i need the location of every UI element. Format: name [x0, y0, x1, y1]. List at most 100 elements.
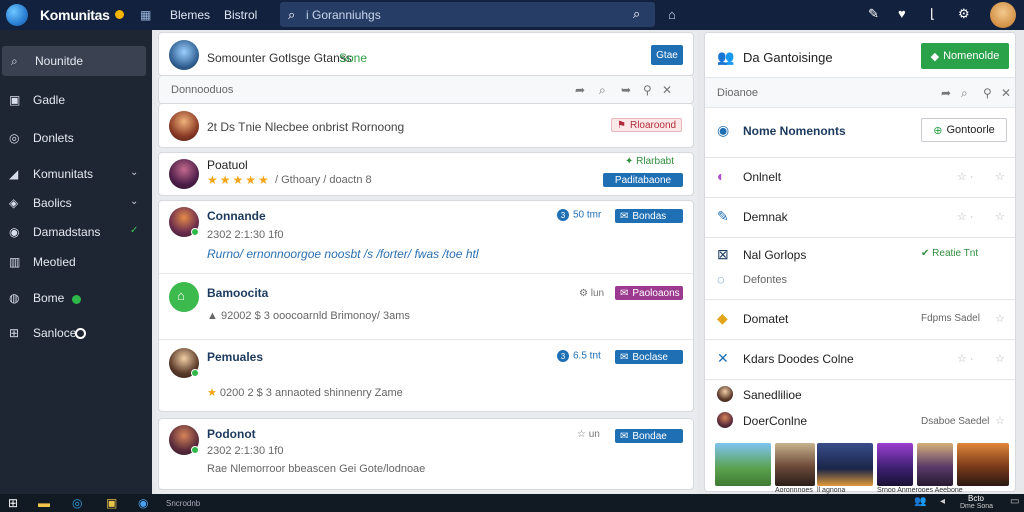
- search-input[interactable]: [306, 6, 606, 23]
- people-icon[interactable]: 👥: [914, 496, 926, 507]
- panel-row[interactable]: ✎ Demnak ☆ · ☆: [705, 197, 1015, 237]
- post-author[interactable]: Connande: [207, 209, 266, 223]
- search-submit-icon[interactable]: ⌕: [633, 6, 640, 22]
- star-outline-icon[interactable]: ☆: [995, 414, 1005, 427]
- post-action-button[interactable]: ✉ Paoloaons: [615, 286, 683, 300]
- panel-row[interactable]: ◐ Onlnelt ☆ · ☆: [705, 157, 1015, 197]
- star-outline-icon[interactable]: ☆: [995, 352, 1005, 365]
- star-outline-icon[interactable]: ☆: [995, 312, 1005, 325]
- user-avatar[interactable]: [990, 2, 1016, 28]
- posts-group: Connande 2302 2:1:30 1f0 Rurno/ ernonnoo…: [158, 200, 694, 412]
- star-icon: ☆: [577, 429, 589, 440]
- apps-grid-icon[interactable]: ▦: [140, 8, 152, 22]
- notifications-icon[interactable]: ▭: [1010, 496, 1019, 507]
- post-author[interactable]: Bamoocita: [207, 286, 268, 300]
- game-thumbnail[interactable]: [917, 443, 953, 486]
- post-action-button[interactable]: Paditabaone: [603, 173, 683, 187]
- star-outline-icon[interactable]: ☆: [995, 210, 1005, 223]
- sidebar-item-games[interactable]: ▣ Gadle: [0, 85, 150, 115]
- online-dot: [191, 369, 199, 377]
- post-author[interactable]: Podonot: [207, 427, 256, 441]
- avatar: [169, 40, 199, 70]
- post-action-button[interactable]: ✉ Bondae: [615, 429, 683, 443]
- browser-icon[interactable]: ◉: [138, 496, 148, 510]
- sidebar-item-komunitats[interactable]: ◢ Komunitats ⌄: [0, 159, 150, 189]
- reaction-count[interactable]: ☆ un: [577, 429, 600, 440]
- search-icon[interactable]: ⌕: [599, 83, 606, 98]
- windows-start-icon[interactable]: ⊞: [8, 496, 18, 510]
- panel-row[interactable]: ◆ Domatet Fdpms Sadel ☆: [705, 299, 1015, 339]
- reaction-count[interactable]: ⚙ lun: [579, 288, 604, 299]
- post-button[interactable]: Gtae: [651, 45, 683, 65]
- volume-icon[interactable]: ◂: [940, 496, 945, 507]
- date[interactable]: Dme Sona: [960, 503, 993, 510]
- highlight-button[interactable]: ⊕ Gontoorle: [921, 118, 1007, 142]
- sidebar-item-damadstans[interactable]: ◉ Damadstans ✓: [0, 217, 150, 247]
- notifications-icon[interactable]: ♥: [898, 6, 906, 21]
- thumb-caption: Srnoo Anmerooes Aeebone: [877, 487, 963, 494]
- store-icon[interactable]: ▣: [106, 496, 117, 510]
- sidebar-item-sanloce[interactable]: ⊞ Sanloce: [0, 318, 150, 348]
- settings-icon[interactable]: ⚙: [958, 6, 970, 22]
- sidebar-item-label: Bome: [33, 291, 65, 305]
- sidebar-item-meotied[interactable]: ▥ Meotied: [0, 247, 150, 277]
- game-thumbnail[interactable]: [877, 443, 913, 486]
- composer-input[interactable]: Somounter Gotlsge Gtanss: [207, 51, 352, 65]
- nav-link-1[interactable]: Blemes: [170, 8, 210, 22]
- star-icon[interactable]: ☆ ·: [957, 170, 974, 183]
- bookmark-icon[interactable]: ⌊: [930, 6, 935, 22]
- post-action-button[interactable]: ✉ Bondas: [615, 209, 683, 223]
- post-card[interactable]: Poatuol ★★★★★ / Gthoary / doactn 8 ✦ Rla…: [158, 152, 694, 196]
- share-icon[interactable]: ➦: [575, 83, 585, 97]
- panel-row[interactable]: ✕ Kdars Doodes Colne ☆ · ☆: [705, 339, 1015, 379]
- highlight-row[interactable]: ◉ Nome Nomenonts ⊕ Gontoorle: [705, 107, 1015, 153]
- game-thumbnail[interactable]: [715, 443, 771, 486]
- search-bar[interactable]: ⌕ ⌕: [280, 2, 655, 27]
- panel-row[interactable]: ⊠ Nal Gorlops ✔ Reatie Tnt ◌ Defontes: [705, 237, 1015, 299]
- star-outline-icon[interactable]: ☆: [995, 170, 1005, 183]
- clock-icon: ◍: [9, 291, 20, 305]
- notice-button[interactable]: ⚑ Rloaroond: [611, 118, 683, 132]
- post-action-button[interactable]: ✉ Boclase: [615, 350, 683, 364]
- filter-icon[interactable]: ⚲: [983, 86, 992, 100]
- reaction-count[interactable]: 3 50 tmr: [557, 209, 601, 221]
- star-icon[interactable]: ☆ ·: [957, 210, 974, 223]
- post-card[interactable]: Podonot 2302 2:1:30 1f0 Rae Nlemorroor b…: [158, 418, 694, 490]
- circle-icon: ◎: [9, 131, 20, 145]
- game-thumbnail[interactable]: [957, 443, 1009, 486]
- file-explorer-icon[interactable]: ▬: [38, 496, 50, 510]
- sidebar-item-baolics[interactable]: ◈ Baolics ⌄: [0, 188, 150, 218]
- title-badge-dot: [115, 10, 124, 19]
- close-icon[interactable]: ✕: [662, 83, 672, 97]
- panel-row[interactable]: Sanedlilioe DoerConlne Dsaboe Saedel ☆: [705, 379, 1015, 439]
- post-card[interactable]: Connande 2302 2:1:30 1f0 Rurno/ ernonnoo…: [159, 201, 693, 273]
- star-icon[interactable]: ☆ ·: [957, 352, 974, 365]
- app-logo[interactable]: [6, 4, 28, 26]
- row-label: Sanedlilioe: [743, 388, 802, 402]
- post-author[interactable]: Poatuol: [207, 158, 248, 172]
- chevron-down-icon[interactable]: ⌄: [130, 196, 138, 207]
- edge-icon[interactable]: ◎: [72, 496, 82, 510]
- sidebar-item-home[interactable]: ⌕ Nounitde: [2, 46, 146, 76]
- clock[interactable]: Bcto: [968, 494, 984, 503]
- search-icon[interactable]: ⌕: [961, 86, 968, 101]
- sidebar-item-donlets[interactable]: ◎ Donlets: [0, 123, 150, 153]
- home-icon[interactable]: ⌂: [668, 7, 676, 22]
- close-icon[interactable]: ✕: [1001, 86, 1011, 100]
- sidebar-item-bome[interactable]: ◍ Bome: [0, 283, 150, 313]
- panel-primary-button[interactable]: ◆ Nomenolde: [921, 43, 1009, 69]
- forward-icon[interactable]: ➥: [621, 83, 631, 97]
- filter-icon[interactable]: ⚲: [643, 83, 652, 97]
- chevron-down-icon[interactable]: ⌄: [130, 167, 138, 178]
- share-icon[interactable]: ➦: [941, 86, 951, 100]
- post-card[interactable]: Pemuales ★ 0200 2 $ 3 annaoted shinnenry…: [159, 339, 693, 411]
- highlight-title: Nome Nomenonts: [743, 124, 846, 138]
- avatar: [169, 159, 199, 189]
- reaction-count[interactable]: 3 6.5 tnt: [557, 350, 601, 362]
- game-thumbnail[interactable]: [817, 443, 873, 486]
- post-author[interactable]: Pemuales: [207, 350, 263, 364]
- pin-icon[interactable]: ✎: [868, 6, 879, 22]
- game-thumbnail[interactable]: [775, 443, 815, 486]
- nav-link-2[interactable]: Bistrol: [224, 8, 257, 22]
- post-card[interactable]: ⌂ Bamoocita ▲ 92002 $ 3 ooocoarnld Brimo…: [159, 273, 693, 339]
